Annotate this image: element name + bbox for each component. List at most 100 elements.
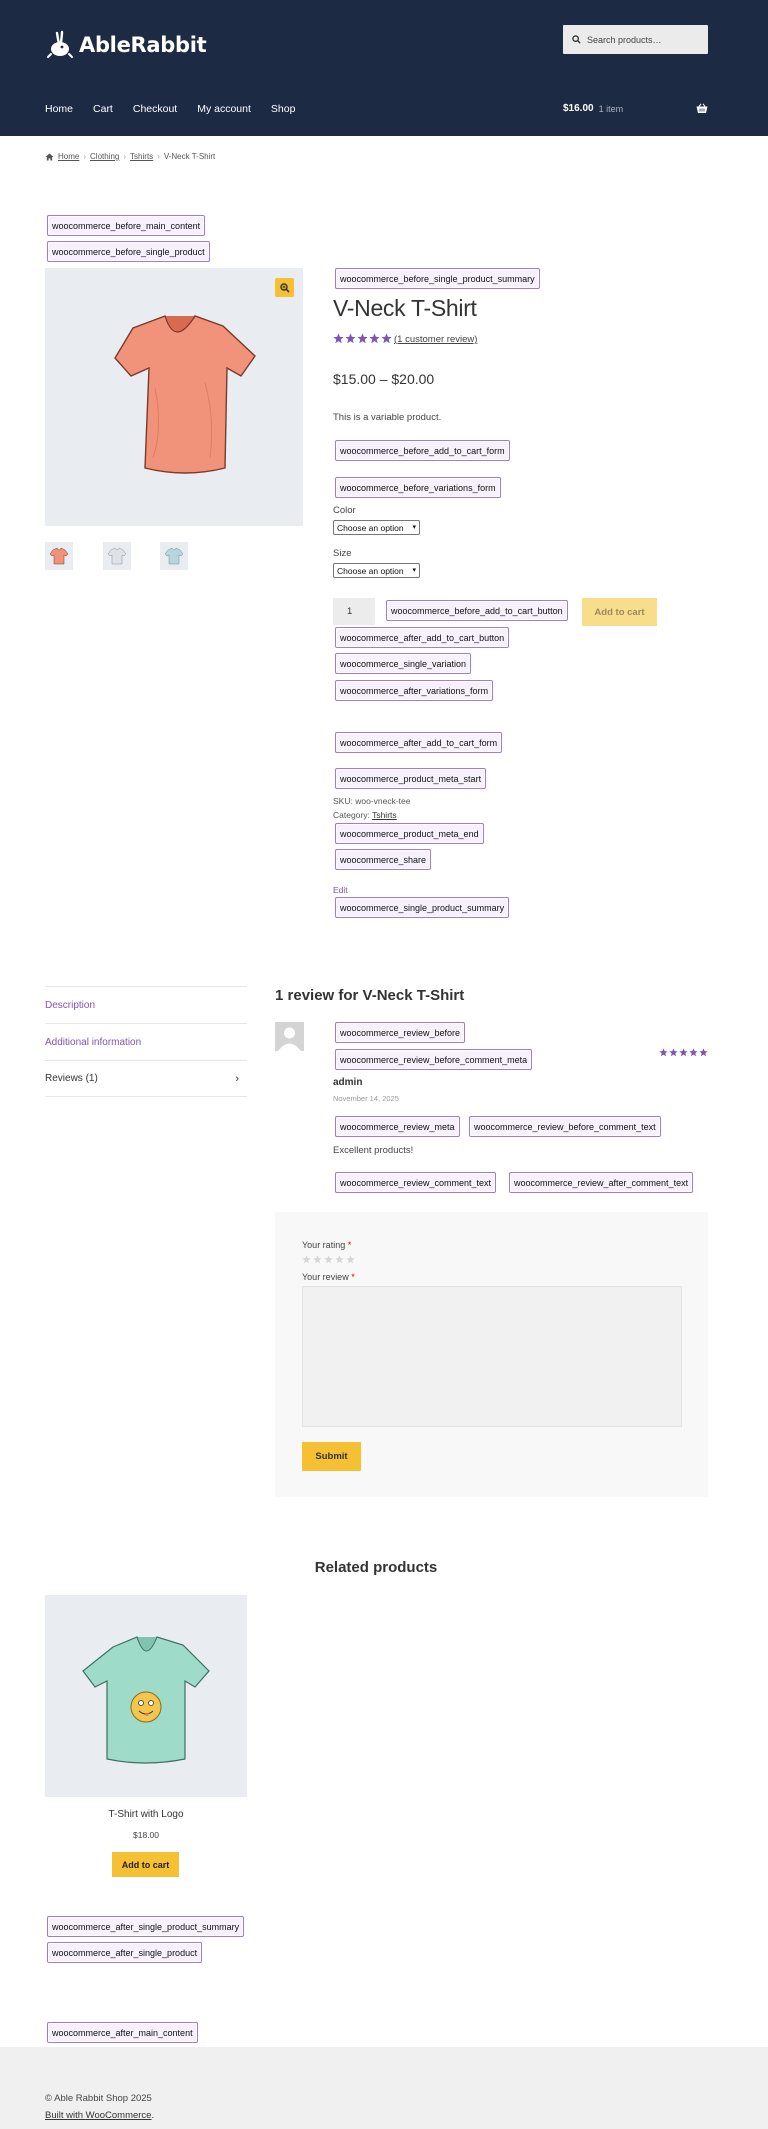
site-header: AbleRabbit Search products… Home Cart Ch… — [0, 0, 768, 136]
woocommerce-link[interactable]: WooCommerce — [86, 2110, 152, 2121]
category-label: Category: — [333, 810, 370, 820]
color-label: Color — [333, 505, 356, 516]
product-sku: SKU: woo-vneck-tee — [333, 796, 411, 806]
product-price: $15.00 – $20.00 — [333, 371, 435, 387]
required-mark: * — [351, 1272, 355, 1282]
nav-my-account[interactable]: My account — [197, 103, 251, 115]
product-rating — [333, 333, 392, 344]
quantity-input[interactable]: 1 — [333, 598, 375, 625]
edit-product-link[interactable]: Edit — [333, 885, 348, 895]
product-tabs: Description Additional information Revie… — [45, 986, 247, 1097]
star-icon — [679, 1048, 688, 1057]
tab-additional-information[interactable]: Additional information — [45, 1023, 247, 1060]
related-add-to-cart-button[interactable]: Add to cart — [112, 1852, 179, 1877]
nav-checkout[interactable]: Checkout — [133, 103, 177, 115]
star-outline-icon[interactable] — [324, 1255, 333, 1264]
built-prefix: Built with — [45, 2110, 86, 2121]
hook-review-after-comment-text: woocommerce_review_after_comment_text — [509, 1172, 694, 1193]
related-product-name[interactable]: T-Shirt with Logo — [45, 1809, 247, 1820]
search-input[interactable]: Search products… — [563, 25, 708, 54]
breadcrumb-separator: › — [83, 152, 87, 161]
breadcrumb-clothing[interactable]: Clothing — [90, 152, 119, 161]
basket-icon — [696, 103, 708, 113]
breadcrumb-tshirts[interactable]: Tshirts — [130, 152, 153, 161]
category-link[interactable]: Tshirts — [372, 810, 397, 820]
star-icon — [669, 1048, 678, 1057]
hook-after-single-product-summary: woocommerce_after_single_product_summary — [47, 1916, 245, 1937]
vneck-tshirt-image — [114, 315, 256, 474]
required-mark: * — [347, 1240, 352, 1250]
tshirt-thumbnail-image — [49, 547, 69, 565]
cart-total: $16.00 — [563, 103, 594, 114]
add-to-cart-button[interactable]: Add to cart — [582, 598, 657, 626]
tab-label: Additional information — [45, 1036, 142, 1048]
tshirt-thumbnail-image — [107, 547, 127, 565]
size-label: Size — [333, 548, 352, 559]
zoom-button[interactable] — [275, 278, 294, 297]
rating-selector[interactable] — [302, 1255, 355, 1264]
chevron-down-icon: ▾ — [412, 524, 416, 531]
mini-cart[interactable]: $16.00 1 item — [563, 103, 708, 114]
sku-value: woo-vneck-tee — [355, 796, 411, 806]
site-logo[interactable]: AbleRabbit — [45, 30, 207, 60]
breadcrumb: Home › Clothing › Tshirts › V-Neck T-Shi… — [45, 152, 215, 161]
color-select-value: Choose an option — [337, 522, 404, 533]
customer-review-link[interactable]: (1 customer review) — [394, 334, 477, 345]
breadcrumb-current: V-Neck T-Shirt — [163, 152, 216, 161]
star-outline-icon[interactable] — [335, 1255, 344, 1264]
rating-label: Your rating * — [302, 1240, 351, 1250]
hook-after-main-content: woocommerce_after_main_content — [47, 2022, 198, 2043]
review-rating — [659, 1048, 708, 1057]
nav-shop[interactable]: Shop — [271, 103, 296, 115]
size-select-value: Choose an option — [337, 565, 404, 576]
product-thumbnail[interactable] — [103, 542, 131, 570]
star-icon — [369, 333, 380, 344]
breadcrumb-separator: › — [123, 152, 127, 161]
hook-review-before: woocommerce_review_before — [335, 1022, 466, 1043]
hook-before-add-to-cart-button: woocommerce_before_add_to_cart_button — [386, 600, 568, 621]
search-placeholder: Search products… — [587, 34, 662, 45]
nav-home[interactable]: Home — [45, 103, 73, 115]
hook-review-before-comment-text: woocommerce_review_before_comment_text — [469, 1116, 661, 1137]
product-main-image[interactable] — [45, 268, 303, 526]
product-thumbnail[interactable] — [160, 542, 188, 570]
product-thumbnail[interactable] — [45, 542, 73, 570]
hook-single-variation: woocommerce_single_variation — [335, 653, 472, 674]
nav-cart[interactable]: Cart — [93, 103, 113, 115]
size-select[interactable]: Choose an option ▾ — [333, 563, 420, 578]
hook-before-single-product-summary: woocommerce_before_single_product_summar… — [335, 268, 540, 289]
star-icon — [333, 333, 344, 344]
chevron-down-icon: ▾ — [412, 567, 416, 574]
breadcrumb-home[interactable]: Home — [58, 152, 79, 161]
hook-share: woocommerce_share — [335, 849, 432, 870]
star-outline-icon[interactable] — [313, 1255, 322, 1264]
tab-reviews[interactable]: Reviews (1) › — [45, 1060, 247, 1097]
home-icon — [45, 152, 54, 161]
tshirt-with-logo-image — [82, 1636, 210, 1764]
search-icon — [572, 35, 581, 44]
hook-single-product-summary: woocommerce_single_product_summary — [335, 897, 510, 918]
copyright: © Able Rabbit Shop 2025 — [45, 2093, 152, 2104]
review-date: November 14, 2025 — [333, 1094, 399, 1103]
related-product-price: $18.00 — [133, 1830, 159, 1840]
related-product-image[interactable] — [45, 1595, 247, 1797]
hook-review-meta: woocommerce_review_meta — [335, 1116, 460, 1137]
tshirt-thumbnail-image — [164, 547, 184, 565]
review-textarea[interactable] — [302, 1286, 682, 1427]
review-form: Your rating * Your review * Submit — [275, 1212, 708, 1497]
hook-before-variations-form: woocommerce_before_variations_form — [335, 477, 501, 498]
tab-label: Description — [45, 999, 96, 1011]
star-icon — [345, 333, 356, 344]
hook-product-meta-end: woocommerce_product_meta_end — [335, 823, 484, 844]
submit-review-button[interactable]: Submit — [302, 1442, 361, 1471]
hook-after-variations-form: woocommerce_after_variations_form — [335, 680, 494, 701]
built-suffix: . — [151, 2110, 155, 2121]
review-label: Your review * — [302, 1272, 355, 1282]
star-icon — [689, 1048, 698, 1057]
tab-description[interactable]: Description — [45, 986, 247, 1023]
rabbit-logo-icon — [47, 30, 73, 58]
star-icon — [381, 333, 392, 344]
star-outline-icon[interactable] — [346, 1255, 355, 1264]
star-outline-icon[interactable] — [302, 1255, 311, 1264]
color-select[interactable]: Choose an option ▾ — [333, 520, 420, 535]
